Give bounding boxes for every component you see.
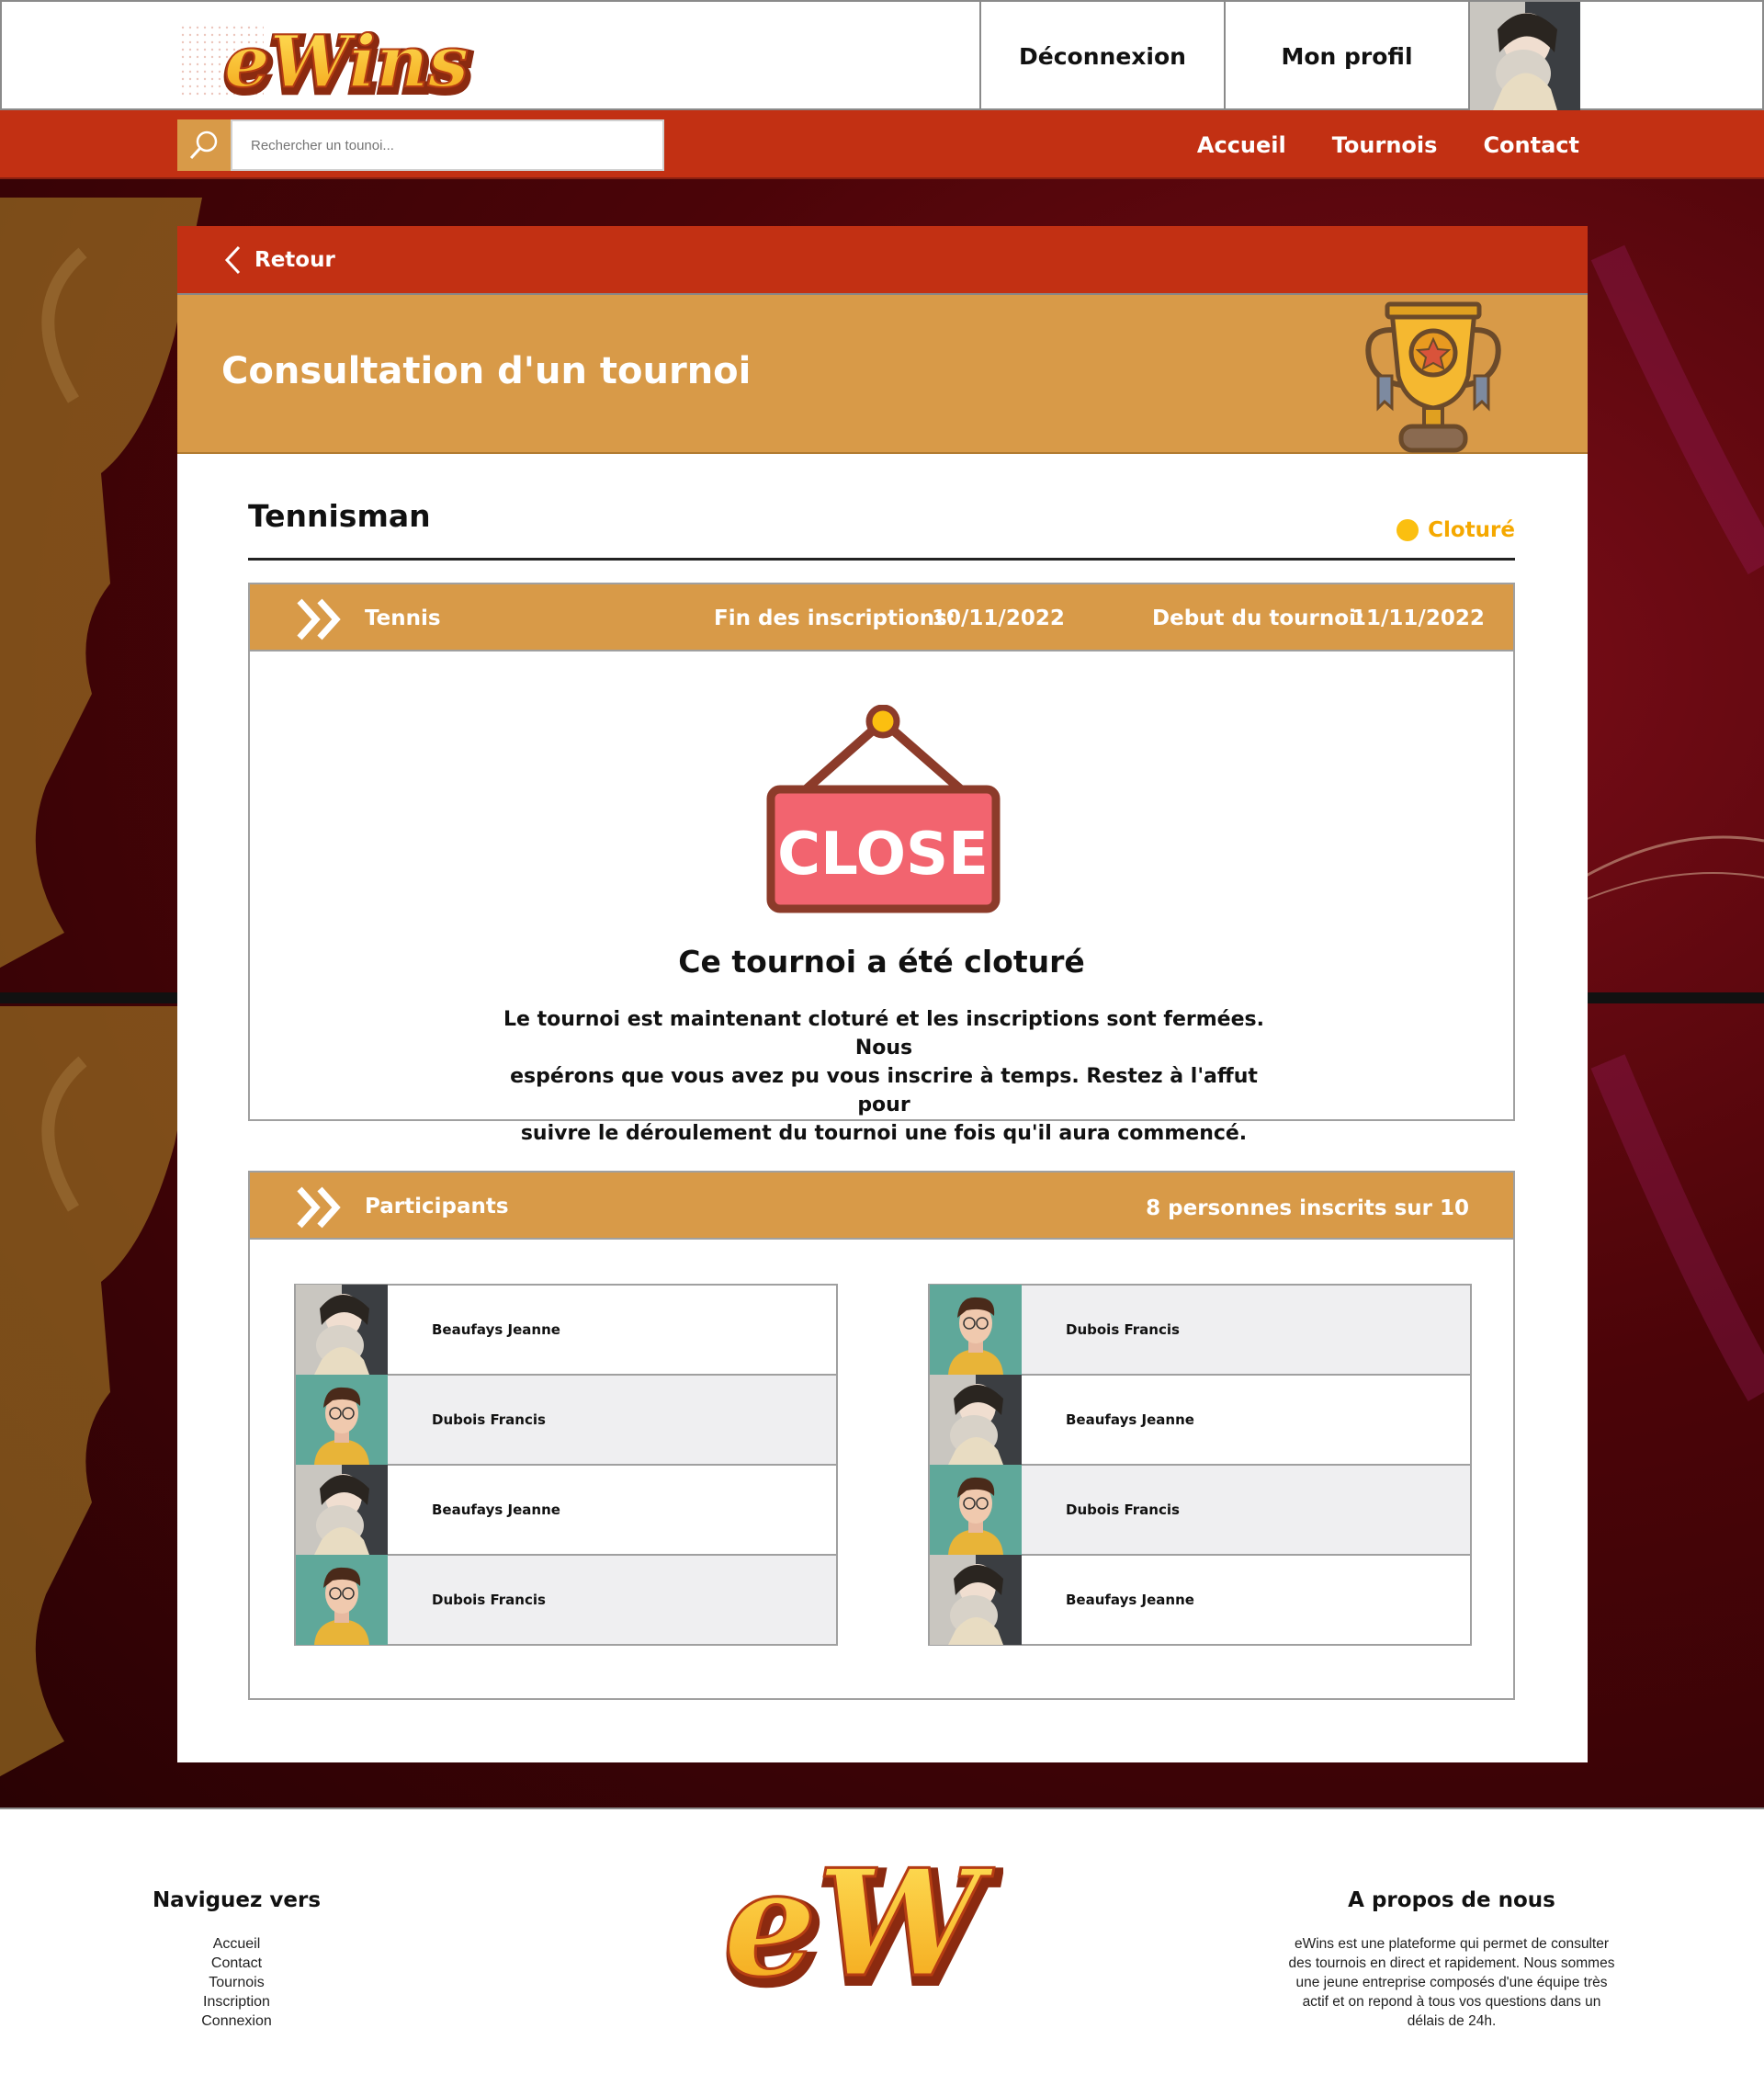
tournament-info-header: Tennis Fin des inscriptions: 10/11/2022 … [248,583,1515,652]
participant-avatar [296,1465,388,1555]
participant-avatar [296,1285,388,1375]
page-title-bar: Consultation d'un tournoi [177,293,1588,454]
participants-panel: Beaufays Jeanne Dubois Francis Beaufays Je… [248,1238,1515,1700]
participant-name: Beaufays Jeanne [1066,1411,1194,1428]
participant-avatar [930,1555,1022,1645]
participant-avatar [930,1285,1022,1375]
footer-link-contact[interactable]: Contact [138,1954,335,1973]
participants-title: Participants [365,1195,509,1218]
status-label: Cloturé [1428,518,1515,542]
participant-avatar [930,1375,1022,1465]
close-sign-icon: CLOSE [766,705,1001,913]
title-divider [248,558,1515,561]
participant-row[interactable]: Dubois Francis [928,1284,1472,1376]
footer-link-signup[interactable]: Inscription [138,1992,335,2011]
sport-label: Tennis [365,606,441,630]
start-date: 11/11/2022 [1351,606,1485,630]
participants-list-left: Beaufays Jeanne Dubois Francis Beaufays Je… [294,1284,838,1646]
footer-about-text: eWins est une plateforme qui permet de c… [1288,1936,1615,2029]
chevron-left-icon [224,245,241,274]
footer-logo: eW eW eW [717,1842,1003,2008]
top-header: eWins eWins Déconnexion Mon profil [0,0,1764,110]
participant-row[interactable]: Beaufays Jeanne [294,1284,838,1376]
participant-avatar [296,1375,388,1465]
start-label: Debut du tournoi: [1152,606,1365,630]
svg-text:eWins: eWins [224,20,469,104]
trophy-icon [1365,301,1501,453]
participant-row[interactable]: Dubois Francis [294,1554,838,1646]
signup-end-label: Fin des inscriptions: [714,606,956,630]
footer-link-home[interactable]: Accueil [138,1934,335,1954]
participant-row[interactable]: Dubois Francis [928,1464,1472,1556]
participant-row[interactable]: Beaufays Jeanne [928,1554,1472,1646]
closed-notice: CLOSE Ce tournoi a été cloturé Le tourno… [248,650,1515,1145]
footer-about: A propos de nous eWins est une plateform… [1259,1888,1645,2031]
participant-name: Dubois Francis [1066,1321,1180,1338]
ewins-logo[interactable]: eWins eWins [181,18,498,110]
participant-avatar [930,1465,1022,1555]
participant-name: Beaufays Jeanne [432,1501,560,1518]
status-badge: Cloturé [1396,518,1515,542]
nav-home[interactable]: Accueil [1197,132,1286,158]
user-avatar[interactable] [1470,2,1580,110]
status-dot-icon [1396,519,1419,541]
participants-count: 8 personnes inscrits sur 10 [1146,1196,1469,1220]
nav-contact[interactable]: Contact [1483,132,1579,158]
trophy-background-image [0,198,202,969]
footer-link-login[interactable]: Connexion [138,2011,335,2031]
participant-avatar [296,1555,388,1645]
primary-nav: Accueil Tournois Contact [1197,110,1579,179]
footer-about-title: A propos de nous [1348,1888,1555,1912]
svg-text:CLOSE: CLOSE [777,821,989,889]
nav-tournaments[interactable]: Tournois [1332,132,1438,158]
participants-header: Participants 8 personnes inscrits sur 10 [248,1171,1515,1240]
back-label: Retour [254,247,335,272]
double-chevron-right-icon [297,598,341,640]
footer: Naviguez vers Accueil Contact Tournois I… [0,1807,1764,2085]
main-nav-bar: Accueil Tournois Contact [0,110,1764,179]
participant-row[interactable]: Dubois Francis [294,1374,838,1466]
profile-link[interactable]: Mon profil [1224,2,1468,110]
svg-text:eW: eW [723,1842,994,2008]
participant-name: Beaufays Jeanne [432,1321,560,1338]
footer-nav: Naviguez vers Accueil Contact Tournois I… [138,1888,335,2031]
participant-name: Dubois Francis [432,1411,546,1428]
search-input[interactable] [231,119,664,171]
page-title: Consultation d'un tournoi [221,350,752,392]
search-icon [189,130,218,160]
trophy-background-image-2 [0,1006,202,1777]
footer-nav-title: Naviguez vers [152,1888,322,1912]
participants-list-right: Dubois Francis Beaufays Jeanne Dubois Fran… [928,1284,1472,1646]
tournament-name: Tennisman [248,498,431,534]
participant-name: Dubois Francis [1066,1501,1180,1518]
participant-row[interactable]: Beaufays Jeanne [928,1374,1472,1466]
participant-row[interactable]: Beaufays Jeanne [294,1464,838,1556]
participant-name: Dubois Francis [432,1592,546,1608]
back-button[interactable]: Retour [177,226,1588,293]
account-nav: Déconnexion Mon profil [979,2,1762,110]
signup-end-date: 10/11/2022 [932,606,1065,630]
search-button[interactable] [177,119,231,171]
logout-link[interactable]: Déconnexion [979,2,1224,110]
tournament-card: Retour Consultation d'un tournoi Tennism… [177,226,1588,1762]
closed-message: Le tournoi est maintenant cloturé et les… [503,1008,1264,1145]
double-chevron-right-icon [297,1186,341,1229]
participant-name: Beaufays Jeanne [1066,1592,1194,1608]
closed-title: Ce tournoi a été cloturé [678,944,1085,980]
footer-link-tournaments[interactable]: Tournois [138,1973,335,1992]
